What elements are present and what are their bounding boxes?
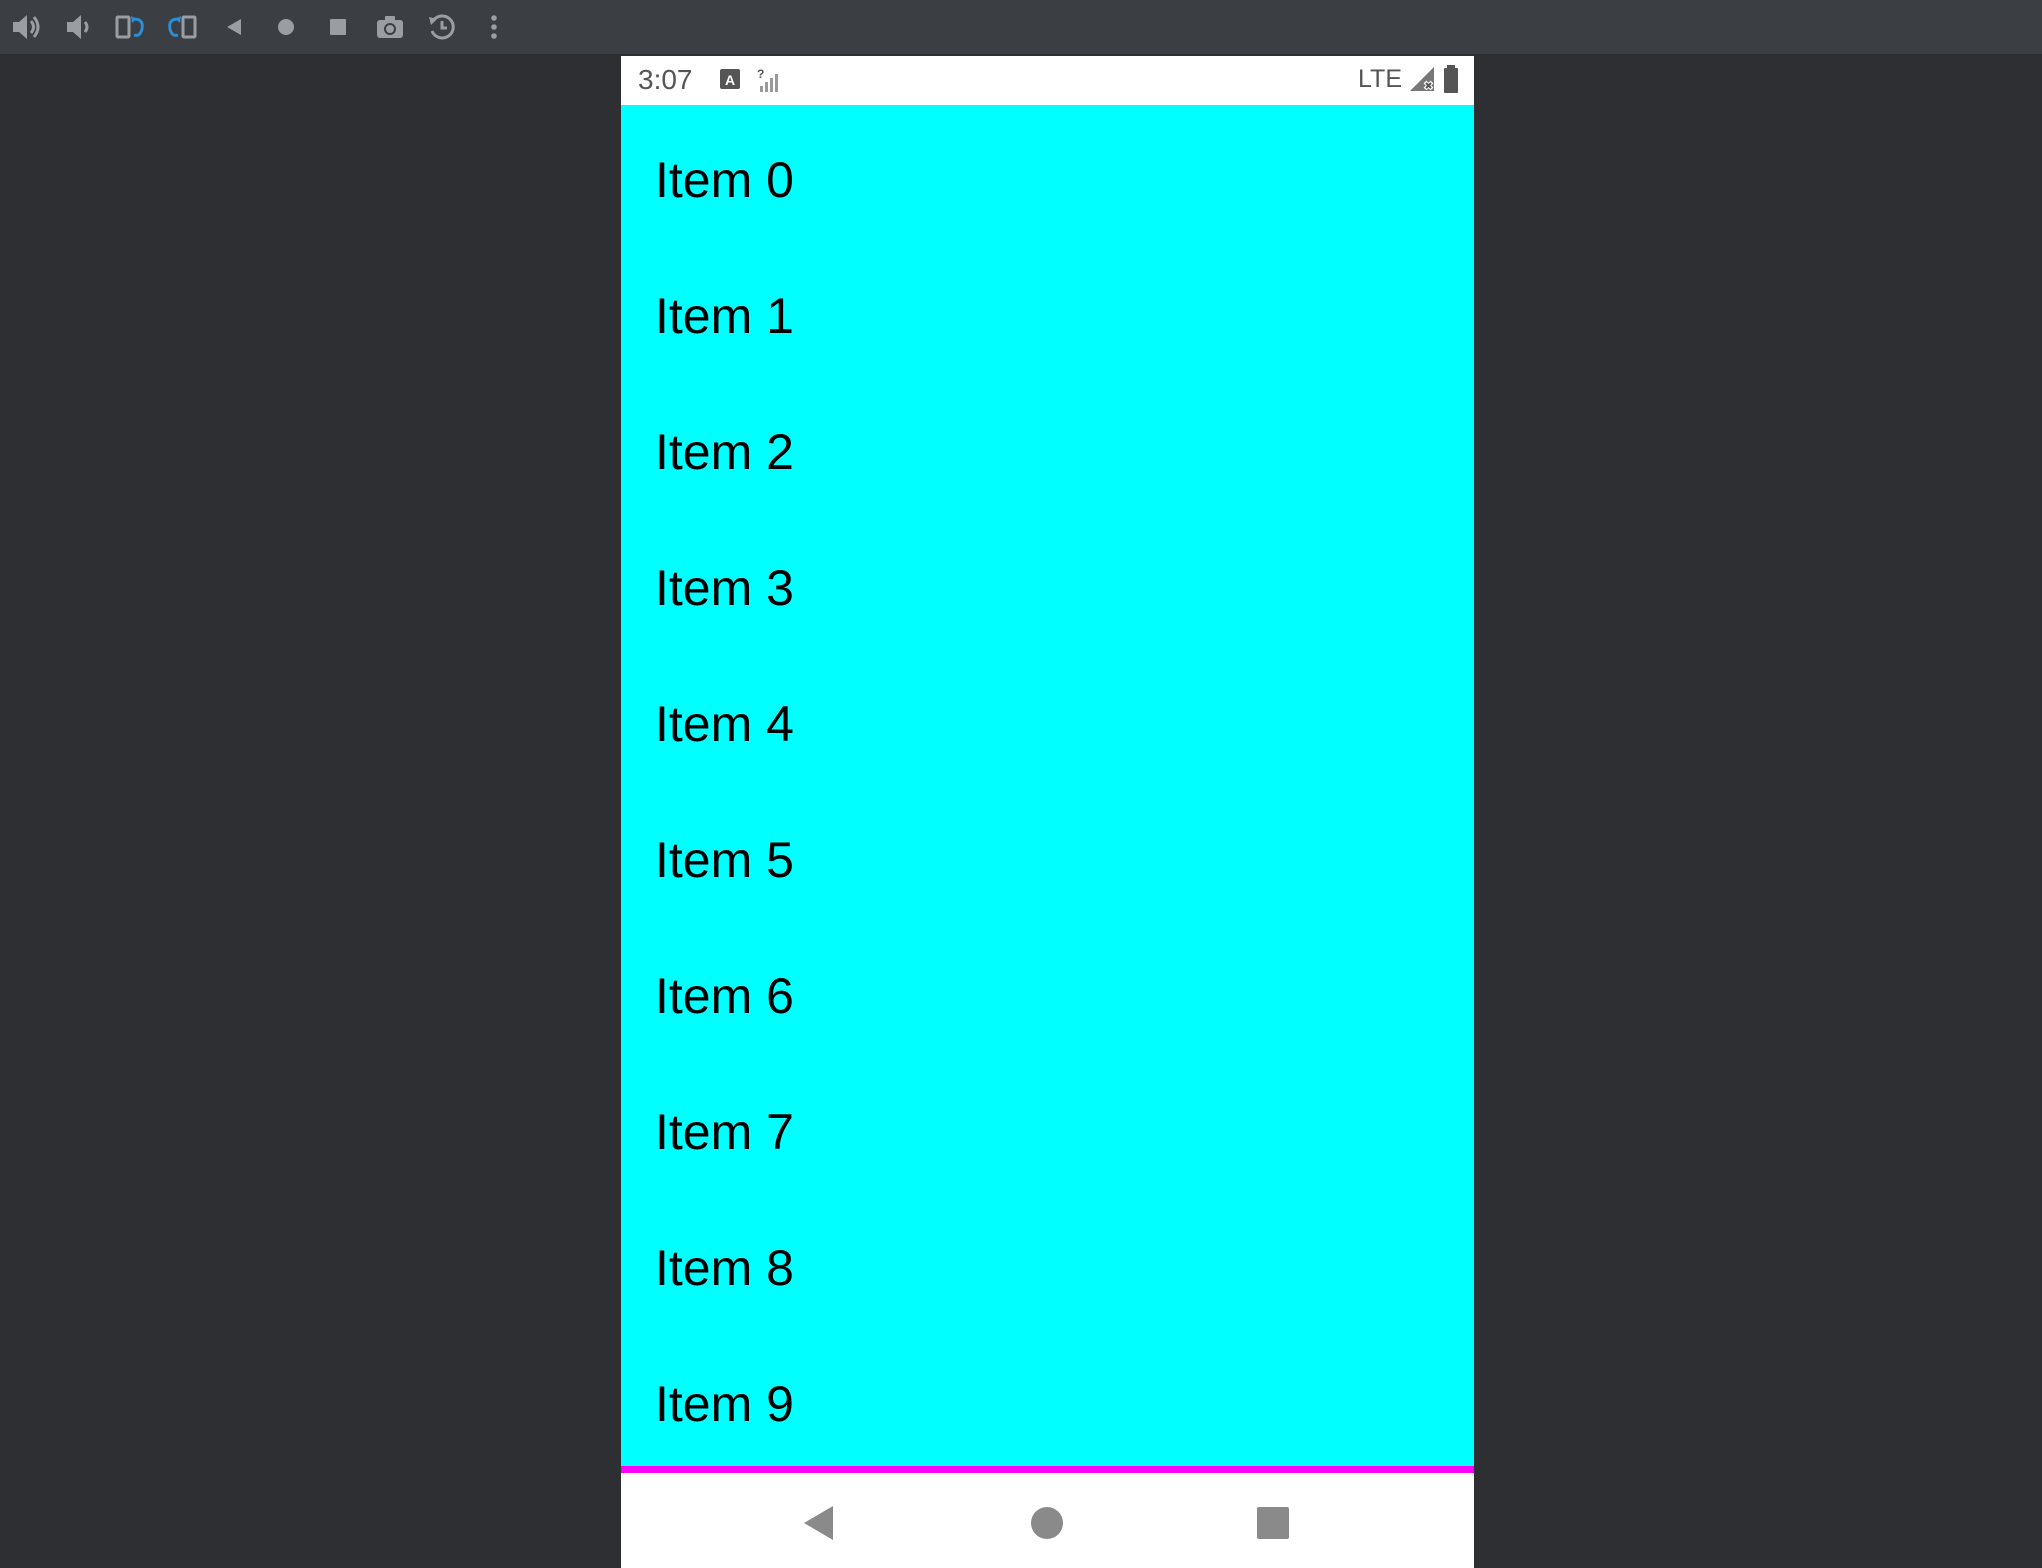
volume-down-icon xyxy=(67,15,89,39)
overview-icon xyxy=(330,19,346,35)
more-icon xyxy=(491,15,497,39)
volume-down-button[interactable] xyxy=(52,0,104,54)
accent-divider xyxy=(621,1466,1474,1473)
list-item[interactable]: Item 5 xyxy=(621,792,1474,928)
list-item[interactable]: Item 7 xyxy=(621,1064,1474,1200)
status-time: 3:07 xyxy=(638,64,693,95)
snapshot-icon xyxy=(429,14,455,40)
nav-back-icon xyxy=(804,1506,833,1540)
screenshot-button[interactable] xyxy=(364,0,416,54)
back-icon xyxy=(227,19,241,35)
snapshot-button[interactable] xyxy=(416,0,468,54)
list-item[interactable]: Item 4 xyxy=(621,656,1474,792)
list-item[interactable]: Item 0 xyxy=(621,112,1474,248)
rotate-right-button[interactable] xyxy=(156,0,208,54)
nav-recents-icon xyxy=(1257,1507,1289,1539)
nav-back-button[interactable] xyxy=(789,1493,849,1553)
list-item[interactable]: Item 8 xyxy=(621,1200,1474,1336)
rotate-left-button[interactable] xyxy=(104,0,156,54)
list-item[interactable]: Item 9 xyxy=(621,1336,1474,1472)
overview-button[interactable] xyxy=(312,0,364,54)
home-icon xyxy=(278,19,294,35)
volume-up-button[interactable] xyxy=(0,0,52,54)
list-item[interactable]: Item 1 xyxy=(621,248,1474,384)
rotate-left-icon xyxy=(115,15,144,39)
status-system-icons: LTE xyxy=(1358,64,1460,94)
phone-screen: 3:07 A ? LTE Item 0 Item 1 Item 2 Item 3… xyxy=(621,56,1474,1568)
volume-up-icon xyxy=(13,15,40,39)
signal-icon xyxy=(1410,67,1434,91)
status-notification-icons: A ? xyxy=(719,68,779,94)
camera-icon xyxy=(377,16,403,38)
network-type: LTE xyxy=(1358,64,1402,93)
back-button[interactable] xyxy=(208,0,260,54)
navigation-bar xyxy=(621,1473,1474,1568)
list-item[interactable]: Item 3 xyxy=(621,520,1474,656)
emulator-toolbar xyxy=(0,0,2042,54)
no-signal-icon: ? xyxy=(757,68,778,92)
item-list[interactable]: Item 0 Item 1 Item 2 Item 3 Item 4 Item … xyxy=(621,105,1474,1519)
status-bar: 3:07 A ? LTE xyxy=(621,56,1474,105)
nav-home-icon xyxy=(1031,1507,1063,1539)
battery-icon xyxy=(1444,65,1458,93)
keyboard-notification-icon: A xyxy=(720,69,740,89)
home-button[interactable] xyxy=(260,0,312,54)
nav-home-button[interactable] xyxy=(1017,1493,1077,1553)
list-item[interactable]: Item 2 xyxy=(621,384,1474,520)
rotate-right-icon xyxy=(168,15,197,39)
more-button[interactable] xyxy=(468,0,520,54)
list-item[interactable]: Item 6 xyxy=(621,928,1474,1064)
svg-text:?: ? xyxy=(757,68,764,81)
svg-text:A: A xyxy=(725,72,735,88)
nav-recents-button[interactable] xyxy=(1243,1493,1303,1553)
